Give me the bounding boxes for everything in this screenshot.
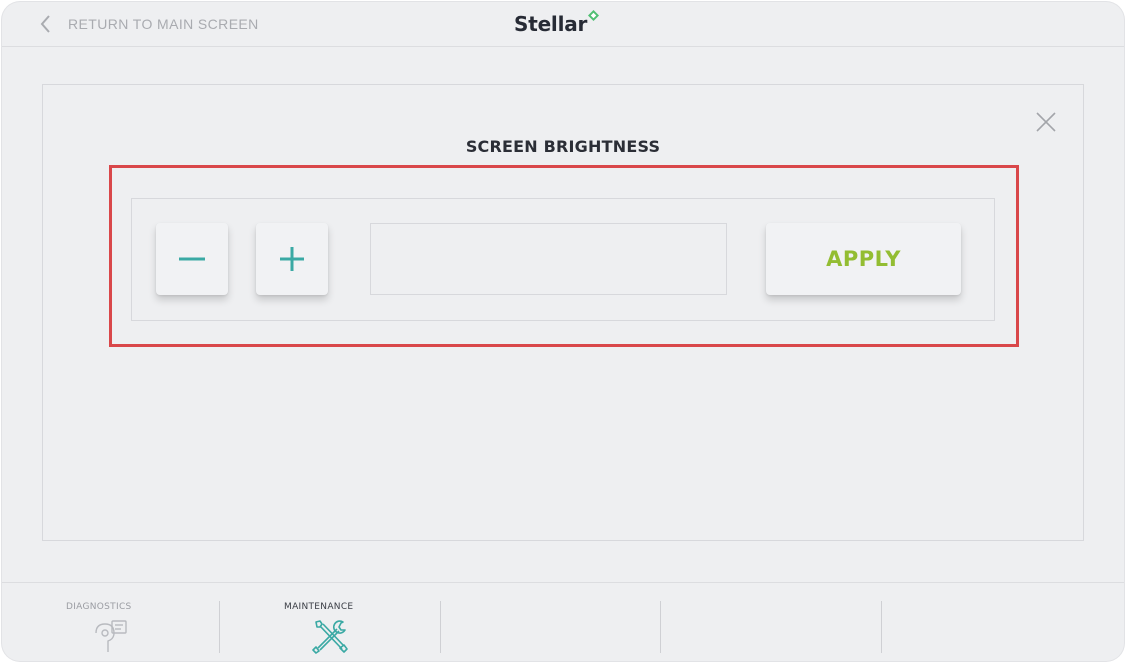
nav-divider: [881, 601, 882, 653]
decrease-button[interactable]: [156, 223, 228, 295]
brand-name: Stellar: [514, 12, 588, 36]
minus-icon: [179, 257, 205, 261]
return-to-main-button[interactable]: RETURN TO MAIN SCREEN: [38, 14, 259, 34]
brightness-dialog: SCREEN BRIGHTNESS APPLY: [42, 84, 1084, 541]
apply-button[interactable]: APPLY: [766, 223, 961, 295]
app-screen: RETURN TO MAIN SCREEN Stellar SCREEN BRI…: [2, 2, 1124, 661]
nav-divider: [440, 601, 441, 653]
plus-icon: [280, 247, 304, 271]
device-frame: RETURN TO MAIN SCREEN Stellar SCREEN BRI…: [0, 0, 1128, 665]
brand-logo: Stellar: [514, 10, 600, 36]
brightness-value-field[interactable]: [370, 223, 727, 295]
diamond-logo-icon: [588, 10, 600, 21]
chevron-left-icon: [40, 15, 50, 33]
bottom-nav: DIAGNOSTICS MAINTENANCE: [2, 582, 1124, 661]
diagnostics-icon: [95, 620, 127, 652]
increase-button[interactable]: [256, 223, 328, 295]
nav-item-diagnostics[interactable]: DIAGNOSTICS: [46, 583, 216, 661]
nav-divider: [660, 601, 661, 653]
brightness-controls: APPLY: [131, 198, 995, 321]
nav-item-maintenance[interactable]: MAINTENANCE: [220, 583, 440, 661]
dialog-title: SCREEN BRIGHTNESS: [465, 137, 661, 156]
close-icon[interactable]: [1035, 111, 1057, 133]
nav-label-maintenance: MAINTENANCE: [284, 602, 354, 612]
nav-label-diagnostics: DIAGNOSTICS: [66, 602, 132, 612]
return-to-main-label: RETURN TO MAIN SCREEN: [68, 16, 259, 32]
tools-icon: [312, 620, 348, 654]
top-bar: RETURN TO MAIN SCREEN Stellar: [2, 2, 1124, 47]
